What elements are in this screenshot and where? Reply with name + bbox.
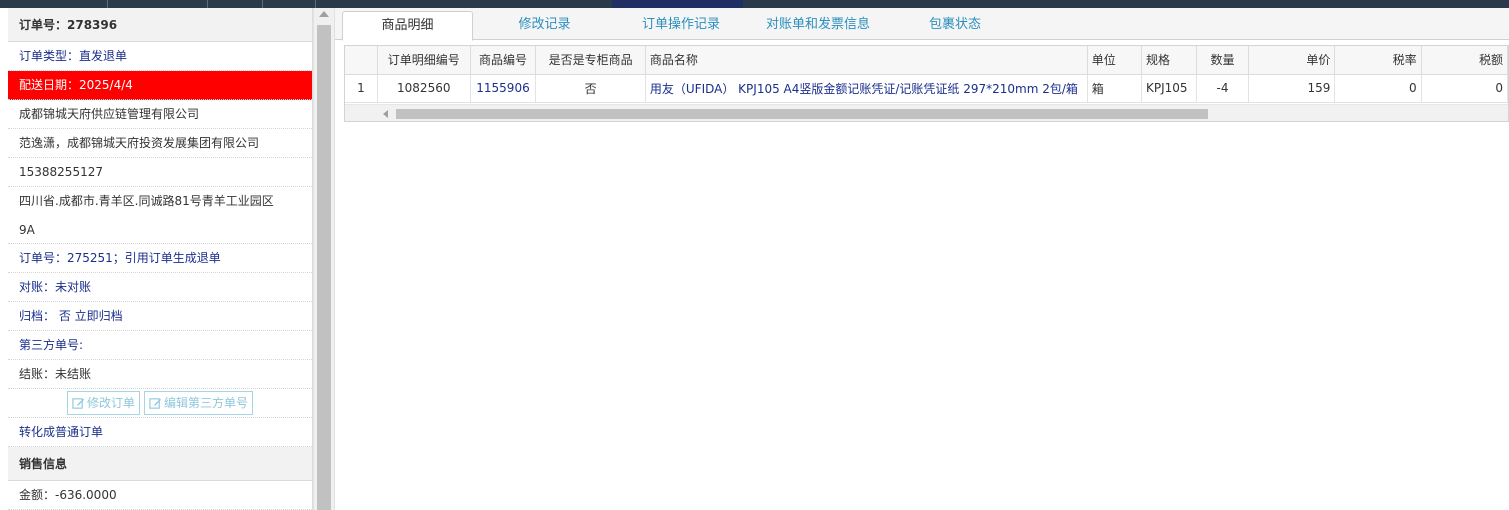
column-header-spec[interactable]: 规格 [1141,46,1197,75]
column-header-tax-rate[interactable]: 税率 [1334,46,1422,75]
column-header-counter-product[interactable]: 是否是专柜商品 [535,46,646,75]
tab-statement-invoice[interactable]: 对账单和发票信息 [755,11,881,40]
modify-order-label: 修改订单 [86,396,135,410]
delivery-date: 配送日期：2025/4/4 [8,71,312,100]
spec-cell: KPJ105 [1141,74,1197,103]
top-strip-segment [0,0,108,8]
column-header-product-id[interactable]: 商品编号 [470,46,537,75]
edit-icon [149,397,162,409]
product-name-link[interactable]: 用友（UFIDA） KPJ105 A4竖版金额记账凭证/记账凭证纸 297*21… [645,74,1088,103]
left-panel-scrollbar[interactable] [313,8,335,510]
top-strip [0,0,1509,8]
column-header-unit[interactable]: 单位 [1087,46,1143,75]
product-table: 订单明细编号 商品编号 是否是专柜商品 商品名称 单位 规格 数量 单价 税率 … [345,46,1508,103]
scroll-left-arrow-icon[interactable] [383,110,388,118]
order-info-panel: 订单号：278396 订单类型：直发退单 配送日期：2025/4/4 成都锦城天… [8,8,313,510]
tab-product-details[interactable]: 商品明细 [342,11,473,41]
tab-modify-records[interactable]: 修改记录 [492,11,597,40]
tax-rate-cell: 0 [1334,74,1422,103]
tax-amount-cell: 0 [1421,74,1508,103]
tab-package-status[interactable]: 包裹状态 [913,11,997,40]
top-strip-segment [263,0,316,8]
counter-product-cell: 否 [535,74,646,103]
unit-cell: 箱 [1087,74,1143,103]
quantity-cell: -4 [1196,74,1250,103]
top-strip-active-segment [612,0,743,8]
address-line-1: 四川省.成都市.青羊区.同诚路81号青羊工业园区 [19,194,274,208]
edit-third-party-label: 编辑第三方单号 [164,396,249,410]
column-header-index [345,46,378,75]
order-action-buttons: 修改订单 编辑第三方单号 [8,389,312,418]
order-type: 订单类型：直发退单 [8,42,312,71]
scrollbar-thumb[interactable] [317,25,331,510]
third-party-number: 第三方单号: [8,331,312,360]
row-index: 1 [345,74,378,103]
top-strip-segment [208,0,263,8]
product-id-link[interactable]: 1155906 [470,74,537,103]
column-header-tax-amount[interactable]: 税额 [1421,46,1508,75]
detail-panel: 商品明细 修改记录 订单操作记录 对账单和发票信息 包裹状态 订单明细编号 商品… [335,8,1509,510]
archive-status[interactable]: 归档： 否 立即归档 [8,302,312,331]
column-header-unit-price[interactable]: 单价 [1248,46,1336,75]
horizontal-scrollbar-thumb[interactable] [396,109,1208,119]
scroll-up-arrow-icon[interactable] [319,11,329,17]
product-detail-grid: 订单明细编号 商品编号 是否是专柜商品 商品名称 单位 规格 数量 单价 税率 … [344,45,1509,122]
sales-amount: 金额：-636.0000 [8,481,312,510]
sales-info-title: 销售信息 [8,447,312,481]
customer-phone: 15388255127 [8,158,312,187]
column-header-detail-id[interactable]: 订单明细编号 [377,46,471,75]
tab-order-operation-records[interactable]: 订单操作记录 [625,11,737,40]
supplier-name: 成都锦城天府供应链管理有限公司 [8,100,312,129]
address-line-2: 9A [8,216,312,244]
unit-price-cell: 159 [1248,74,1336,103]
customer-name: 范逸潇，成都锦城天府投资发展集团有限公司 [8,129,312,158]
reconcile-status: 对账：未对账 [8,273,312,302]
table-row[interactable]: 1 1082560 1155906 否 用友（UFIDA） KPJ105 A4竖… [345,74,1508,103]
table-header-row: 订单明细编号 商品编号 是否是专柜商品 商品名称 单位 规格 数量 单价 税率 … [345,46,1508,75]
edit-icon [72,397,85,409]
detail-id-cell: 1082560 [377,74,471,103]
convert-to-normal-order-link[interactable]: 转化成普通订单 [8,418,312,447]
column-header-product-name[interactable]: 商品名称 [645,46,1088,75]
settlement-status: 结账：未结账 [8,360,312,389]
detail-tabs: 商品明细 修改记录 订单操作记录 对账单和发票信息 包裹状态 [335,8,1509,41]
column-header-quantity[interactable]: 数量 [1196,46,1250,75]
top-strip-segment [108,0,208,8]
order-number-title: 订单号：278396 [8,8,312,42]
reference-order[interactable]: 订单号：275251；引用订单生成退单 [8,244,312,273]
edit-third-party-button[interactable]: 编辑第三方单号 [144,391,254,415]
horizontal-scrollbar[interactable] [345,104,1508,121]
modify-order-button[interactable]: 修改订单 [66,391,140,415]
